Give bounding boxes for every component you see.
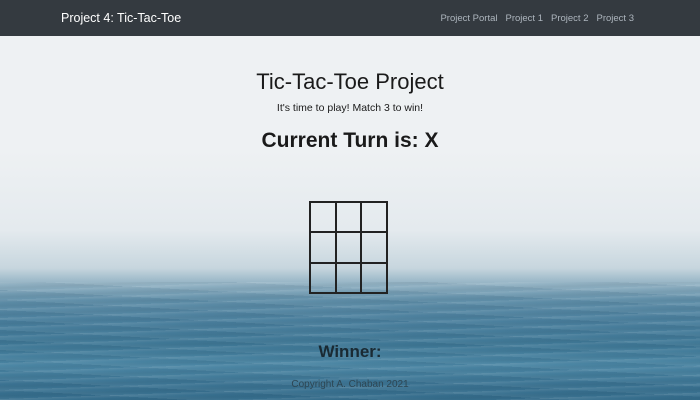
winner-label: Winner: <box>318 342 382 361</box>
board-cell-2[interactable] <box>335 202 362 233</box>
board-cell-5[interactable] <box>335 232 362 263</box>
footer-copyright: Copyright A. Chaban 2021 <box>291 379 409 390</box>
navbar: Project 4: Tic-Tac-Toe Project Portal Pr… <box>0 0 700 36</box>
board-cell-1[interactable] <box>310 202 336 233</box>
board-cell-9[interactable] <box>361 262 387 293</box>
board-cell-6[interactable] <box>361 232 387 263</box>
current-turn-label: Current Turn is: X <box>261 129 439 152</box>
board-cell-4[interactable] <box>310 232 336 263</box>
nav-link-project-1[interactable]: Project 1 <box>506 13 544 24</box>
board-cell-7[interactable] <box>310 262 336 293</box>
nav-link-project-3[interactable]: Project 3 <box>597 13 635 24</box>
page-subtitle: It's time to play! Match 3 to win! <box>276 102 424 114</box>
main-content: Tic-Tac-Toe Project It's time to play! M… <box>0 36 700 400</box>
navbar-brand[interactable]: Project 4: Tic-Tac-Toe <box>61 11 181 25</box>
board-cell-3[interactable] <box>361 202 387 233</box>
nav-link-project-portal[interactable]: Project Portal <box>440 13 497 24</box>
page-title: Tic-Tac-Toe Project <box>256 69 444 94</box>
nav-link-project-2[interactable]: Project 2 <box>551 13 589 24</box>
board-cell-8[interactable] <box>335 262 362 293</box>
nav-links: Project Portal Project 1 Project 2 Proje… <box>440 13 634 24</box>
tic-tac-toe-board <box>309 201 388 294</box>
